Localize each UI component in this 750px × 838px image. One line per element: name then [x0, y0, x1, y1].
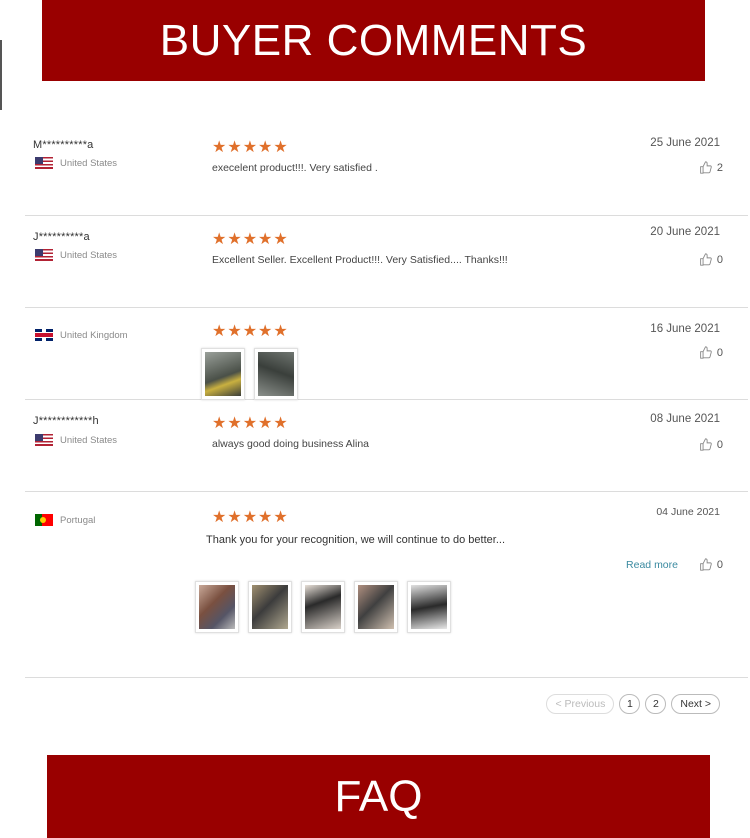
thumbs-up-icon: [700, 161, 712, 174]
star-rating: ★★★★★: [212, 231, 289, 248]
review-date: 04 June 2021: [656, 506, 720, 518]
thumbs-up-icon: [700, 558, 712, 571]
like-button[interactable]: 0: [699, 558, 723, 571]
banner-title: BUYER COMMENTS: [159, 15, 588, 65]
reviewer-country: United States: [35, 157, 117, 169]
review-item: United Kingdom ★★★★★ 16 June 2021 0: [25, 308, 748, 400]
portugal-flag-icon: [35, 514, 53, 526]
country-label: United States: [60, 434, 118, 446]
review-photo[interactable]: [254, 348, 298, 400]
review-photo[interactable]: [407, 581, 451, 633]
previous-page-button[interactable]: < Previous: [546, 694, 615, 714]
review-date: 20 June 2021: [650, 226, 720, 238]
review-photo[interactable]: [248, 581, 292, 633]
review-item: M**********a United States ★★★★★ execele…: [25, 125, 748, 216]
star-rating: ★★★★★: [212, 323, 289, 340]
review-item: J************h United States ★★★★★ alway…: [25, 400, 748, 492]
review-text: always good doing business Alina: [212, 438, 370, 450]
review-photos: [195, 581, 451, 633]
star-rating: ★★★★★: [212, 509, 289, 526]
page-1-button[interactable]: 1: [619, 694, 641, 714]
review-item: Portugal ★★★★★ Thank you for your recogn…: [25, 492, 748, 678]
review-photos: [201, 348, 298, 400]
like-button[interactable]: 0: [699, 253, 723, 266]
like-button[interactable]: 0: [699, 346, 723, 359]
next-page-button[interactable]: Next >: [671, 694, 720, 714]
banner-title: FAQ: [334, 771, 423, 821]
country-label: United States: [60, 157, 118, 169]
uk-flag-icon: [35, 329, 53, 341]
us-flag-icon: [35, 157, 53, 169]
review-date: 25 June 2021: [650, 137, 720, 149]
buyer-comments-banner: BUYER COMMENTS: [42, 0, 705, 81]
reviewer-country: Portugal: [35, 514, 95, 526]
like-count: 0: [716, 253, 723, 266]
reviewer-country: United States: [35, 434, 117, 446]
review-photo[interactable]: [301, 581, 345, 633]
thumbs-up-icon: [700, 346, 712, 359]
review-item: J**********a United States ★★★★★ Excelle…: [25, 216, 748, 308]
reviewer-name: J**********a: [33, 231, 90, 243]
faq-banner: FAQ: [47, 755, 710, 838]
review-photo[interactable]: [201, 348, 245, 400]
review-date: 08 June 2021: [650, 413, 720, 425]
reviewer-name: J************h: [33, 415, 99, 427]
read-more-link[interactable]: Read more: [626, 559, 678, 571]
star-rating: ★★★★★: [212, 139, 289, 156]
review-date: 16 June 2021: [650, 323, 720, 335]
country-label: Portugal: [60, 514, 96, 526]
review-text: Thank you for your recognition, we will …: [206, 534, 505, 546]
like-count: 0: [716, 346, 723, 359]
review-photo[interactable]: [195, 581, 239, 633]
like-count: 2: [716, 161, 723, 174]
page-2-button[interactable]: 2: [645, 694, 667, 714]
review-text: Excellent Seller. Excellent Product!!!. …: [212, 254, 508, 266]
thumbs-up-icon: [700, 253, 712, 266]
us-flag-icon: [35, 249, 53, 261]
us-flag-icon: [35, 434, 53, 446]
reviewer-name: M**********a: [33, 139, 94, 151]
star-rating: ★★★★★: [212, 415, 289, 432]
country-label: United States: [60, 249, 118, 261]
reviewer-country: United Kingdom: [35, 329, 128, 341]
country-label: United Kingdom: [60, 329, 128, 341]
review-photo[interactable]: [354, 581, 398, 633]
left-edge-marker: [0, 40, 2, 110]
pagination: < Previous 1 2 Next >: [546, 694, 720, 714]
like-count: 0: [716, 438, 723, 451]
like-count: 0: [716, 558, 723, 571]
like-button[interactable]: 0: [699, 438, 723, 451]
reviewer-country: United States: [35, 249, 117, 261]
like-button[interactable]: 2: [699, 161, 723, 174]
review-text: execelent product!!!. Very satisfied .: [212, 162, 378, 174]
thumbs-up-icon: [700, 438, 712, 451]
